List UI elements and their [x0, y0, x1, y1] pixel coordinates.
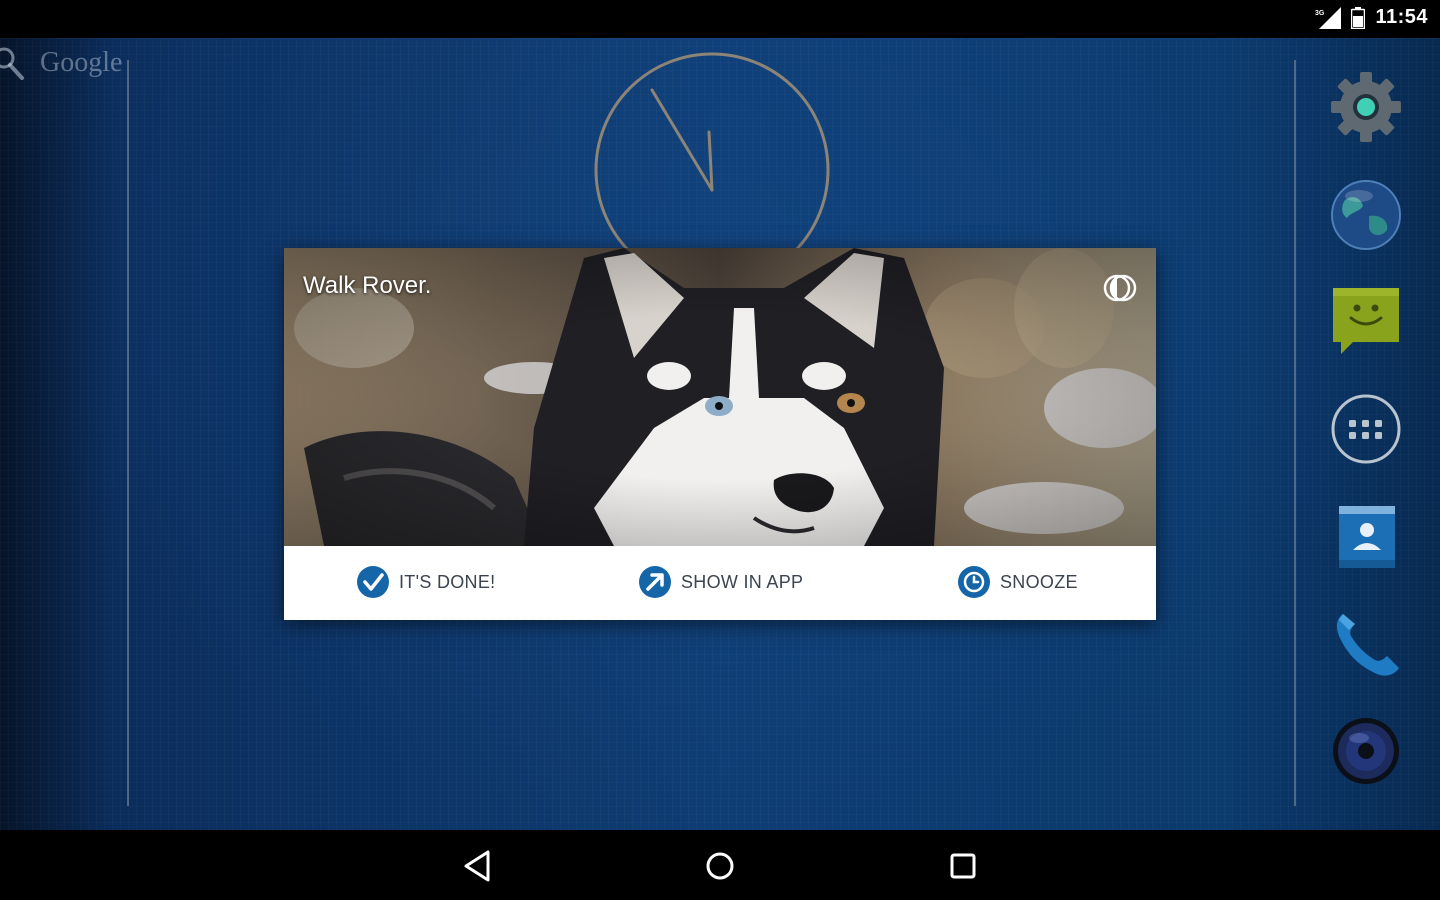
hour-hand [707, 130, 714, 192]
show-in-app-button[interactable]: SHOW IN APP [637, 564, 803, 600]
reminder-title: Walk Rover. [303, 272, 432, 299]
search-label: Google [40, 47, 123, 78]
settings-app-icon[interactable] [1329, 70, 1403, 144]
network-type-label: 3G [1315, 10, 1325, 17]
notification-actions: IT'S DONE! SHOW IN APP SNOOZE [284, 546, 1156, 620]
gear-icon [1331, 72, 1401, 142]
show-in-app-label: SHOW IN APP [681, 571, 804, 592]
snooze-button[interactable]: SNOOZE [956, 564, 1078, 600]
contacts-app-icon[interactable] [1329, 500, 1403, 574]
home-screen: Google Walk Rover. IT'S DONE! SHOW IN AP… [0, 38, 1440, 830]
speaker-icon [1333, 718, 1399, 784]
battery-icon [1351, 6, 1366, 29]
signal-icon: 3G [1315, 6, 1342, 29]
its-done-button[interactable]: IT'S DONE! [355, 564, 495, 600]
its-done-label: IT'S DONE! [399, 571, 496, 592]
browser-app-icon[interactable] [1329, 178, 1403, 252]
message-icon [1333, 288, 1399, 354]
minute-hand [650, 88, 714, 192]
navigation-bar [0, 830, 1440, 900]
clock-icon [958, 566, 990, 598]
phone-icon [1336, 614, 1399, 676]
back-icon [464, 850, 490, 882]
search-icon [0, 47, 24, 80]
apps-grid-icon [1331, 394, 1401, 464]
app-badge-icon [1103, 274, 1137, 302]
check-circle-icon [357, 566, 389, 598]
all-apps-button[interactable] [1329, 392, 1403, 466]
right-divider [1294, 60, 1296, 806]
recents-button[interactable] [941, 844, 985, 888]
status-icons: 3G 11:54 [1315, 6, 1428, 29]
music-app-icon[interactable] [1329, 714, 1403, 788]
open-app-icon [639, 566, 671, 598]
left-divider [127, 60, 129, 806]
recents-icon [950, 853, 976, 879]
status-time: 11:54 [1375, 6, 1428, 28]
snooze-label: SNOOZE [1000, 571, 1078, 592]
contacts-icon [1339, 506, 1395, 568]
home-icon [706, 852, 734, 880]
messaging-app-icon[interactable] [1329, 282, 1403, 356]
status-bar: 3G 11:54 [0, 0, 1440, 38]
home-button[interactable] [698, 844, 742, 888]
back-button[interactable] [456, 844, 500, 888]
reminder-notification-card[interactable]: Walk Rover. IT'S DONE! SHOW IN APP SNOOZ… [284, 248, 1156, 620]
globe-icon [1331, 180, 1401, 250]
phone-app-icon[interactable] [1329, 608, 1403, 682]
google-search-bar[interactable]: Google [0, 46, 122, 80]
